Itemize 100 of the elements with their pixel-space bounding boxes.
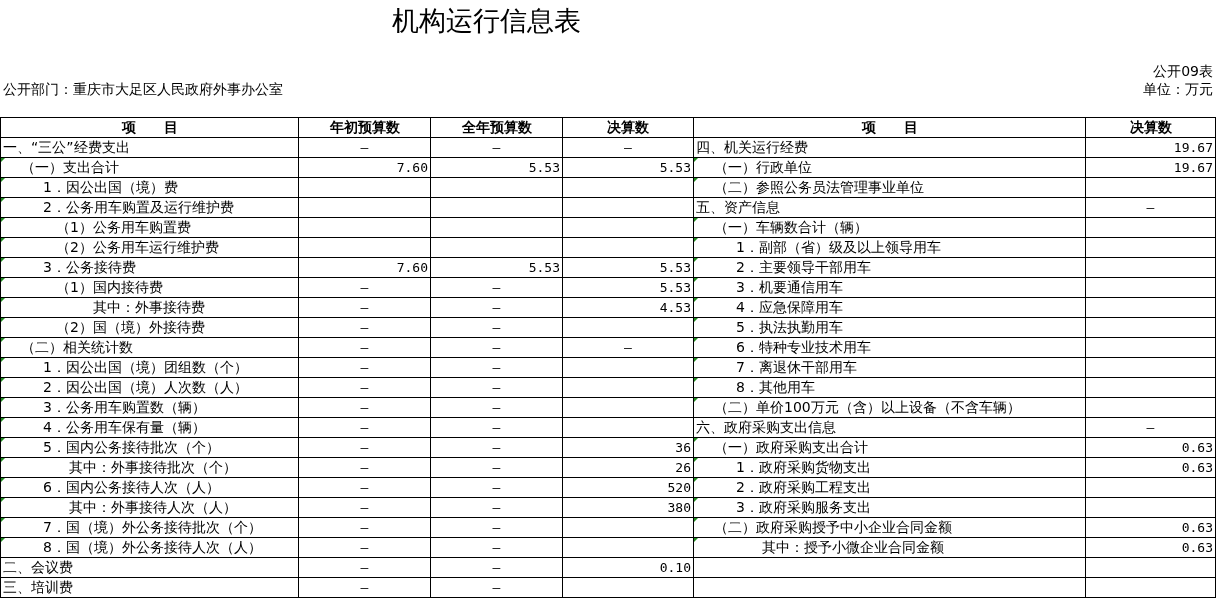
table-cell: 520 [563,478,694,498]
table-cell: 0.63 [1086,438,1216,458]
table-cell: — [563,338,694,358]
row-label: 1．因公出国（境）费 [43,178,178,197]
row-label: （1）公务用车购置费 [56,218,191,237]
row-label: 8．其他用车 [736,378,815,397]
row-label: 1．副部（省）级及以上领导用车 [736,238,941,257]
row-label: （一）车辆数合计（辆） [714,218,868,237]
table-cell: 0.63 [1086,538,1216,558]
table-cell: — [563,138,694,158]
table-cell: — [431,318,563,338]
row-label: （二）单价100万元（含）以上设备（不含车辆） [714,398,1021,417]
row-label: 4．公务用车保有量（辆） [43,418,206,437]
column-header: 全年预算数 [431,118,563,138]
row-label: （二）政府采购授予中小企业合同金额 [714,518,952,537]
table-cell: 0.10 [563,558,694,578]
column-header: 决算数 [1086,118,1216,138]
row-label: 2．公务用车购置及运行维护费 [43,198,234,217]
column-header: 项 目 [1,118,299,138]
table-cell: — [431,498,563,518]
table-cell: 19.67 [1086,158,1216,178]
table-cell: — [299,398,431,418]
table-cell: — [431,418,563,438]
table-cell: — [431,338,563,358]
row-label: （一）行政单位 [714,158,812,177]
row-label: 其中：外事接待批次（个） [69,458,237,477]
table-cell: — [299,338,431,358]
table-cell: 5.53 [563,158,694,178]
sheet-title: 机构运行信息表 [392,5,581,36]
table-cell: 5.53 [563,278,694,298]
table-cell: 0.63 [1086,458,1216,478]
table-cell: — [431,378,563,398]
row-label: （一）政府采购支出合计 [714,438,868,457]
row-label: 二、会议费 [3,558,73,577]
table-cell: 5.53 [431,158,563,178]
row-label: 1．政府采购货物支出 [736,458,871,477]
row-label: 2．主要领导干部用车 [736,258,871,277]
table-cell: — [299,538,431,558]
table-cell: — [299,498,431,518]
table-cell: — [431,518,563,538]
table-cell: — [1086,198,1216,218]
row-label: 4．应急保障用车 [736,298,843,317]
row-label: 7．国（境）外公务接待批次（个） [43,518,262,537]
table-cell: — [431,558,563,578]
row-label: 5．执法执勤用车 [736,318,843,337]
table-cell: — [299,358,431,378]
row-label: （2）国（境）外接待费 [56,318,205,337]
table-cell: — [431,398,563,418]
table-cell: 4.53 [563,298,694,318]
row-label: 6．国内公务接待人次（人） [43,478,220,497]
row-label: （二）相关统计数 [21,338,133,357]
table-cell: 7.60 [299,258,431,278]
column-header: 决算数 [563,118,694,138]
row-label: 1．因公出国（境）团组数（个） [43,358,248,377]
row-label: 其中：外事接待人次（人） [69,498,237,517]
table-cell: 7.60 [299,158,431,178]
table-cell: — [299,298,431,318]
row-label: 3．公务用车购置数（辆） [43,398,206,417]
table-cell: — [299,438,431,458]
table-cell: 5.53 [563,258,694,278]
row-label: （2）公务用车运行维护费 [56,238,219,257]
row-label: 3．政府采购服务支出 [736,498,871,517]
table-cell: 380 [563,498,694,518]
table-cell: — [1086,418,1216,438]
row-label: （二）参照公务员法管理事业单位 [714,178,924,197]
row-label: 四、机关运行经费 [696,138,808,157]
row-label: 2．政府采购工程支出 [736,478,871,497]
row-label: 5．国内公务接待批次（个） [43,438,220,457]
table-cell: — [431,278,563,298]
row-label: 六、政府采购支出信息 [696,418,836,437]
table-cell: — [299,578,431,598]
table-cell: — [431,438,563,458]
table-cell: — [431,578,563,598]
table-cell: — [299,458,431,478]
row-label: 3．公务接待费 [43,258,136,277]
table-cell: — [299,318,431,338]
row-label: 三、培训费 [3,578,73,597]
table-cell: — [299,138,431,158]
table-cell: 36 [563,438,694,458]
table-cell: 5.53 [431,258,563,278]
table-cell: — [299,518,431,538]
table-cell: 19.67 [1086,138,1216,158]
row-label: 7．离退休干部用车 [736,358,857,377]
table-cell: 26 [563,458,694,478]
row-label: （1）国内接待费 [56,278,163,297]
table-cell: — [431,538,563,558]
table-cell: — [299,378,431,398]
table-cell: — [431,358,563,378]
table-cell: — [431,138,563,158]
row-label: 3．机要通信用车 [736,278,843,297]
department-label: 公开部门：重庆市大足区人民政府外事办公室 [3,81,283,98]
table-cell: — [431,298,563,318]
table-cell: — [299,418,431,438]
row-label: 6．特种专业技术用车 [736,338,871,357]
row-label: 五、资产信息 [696,198,780,217]
table-cell: — [299,478,431,498]
row-label: （一）支出合计 [21,158,119,177]
row-label: 其中：授予小微企业合同金额 [762,538,944,557]
column-header: 年初预算数 [299,118,431,138]
form-number: 公开09表 [1153,63,1213,80]
